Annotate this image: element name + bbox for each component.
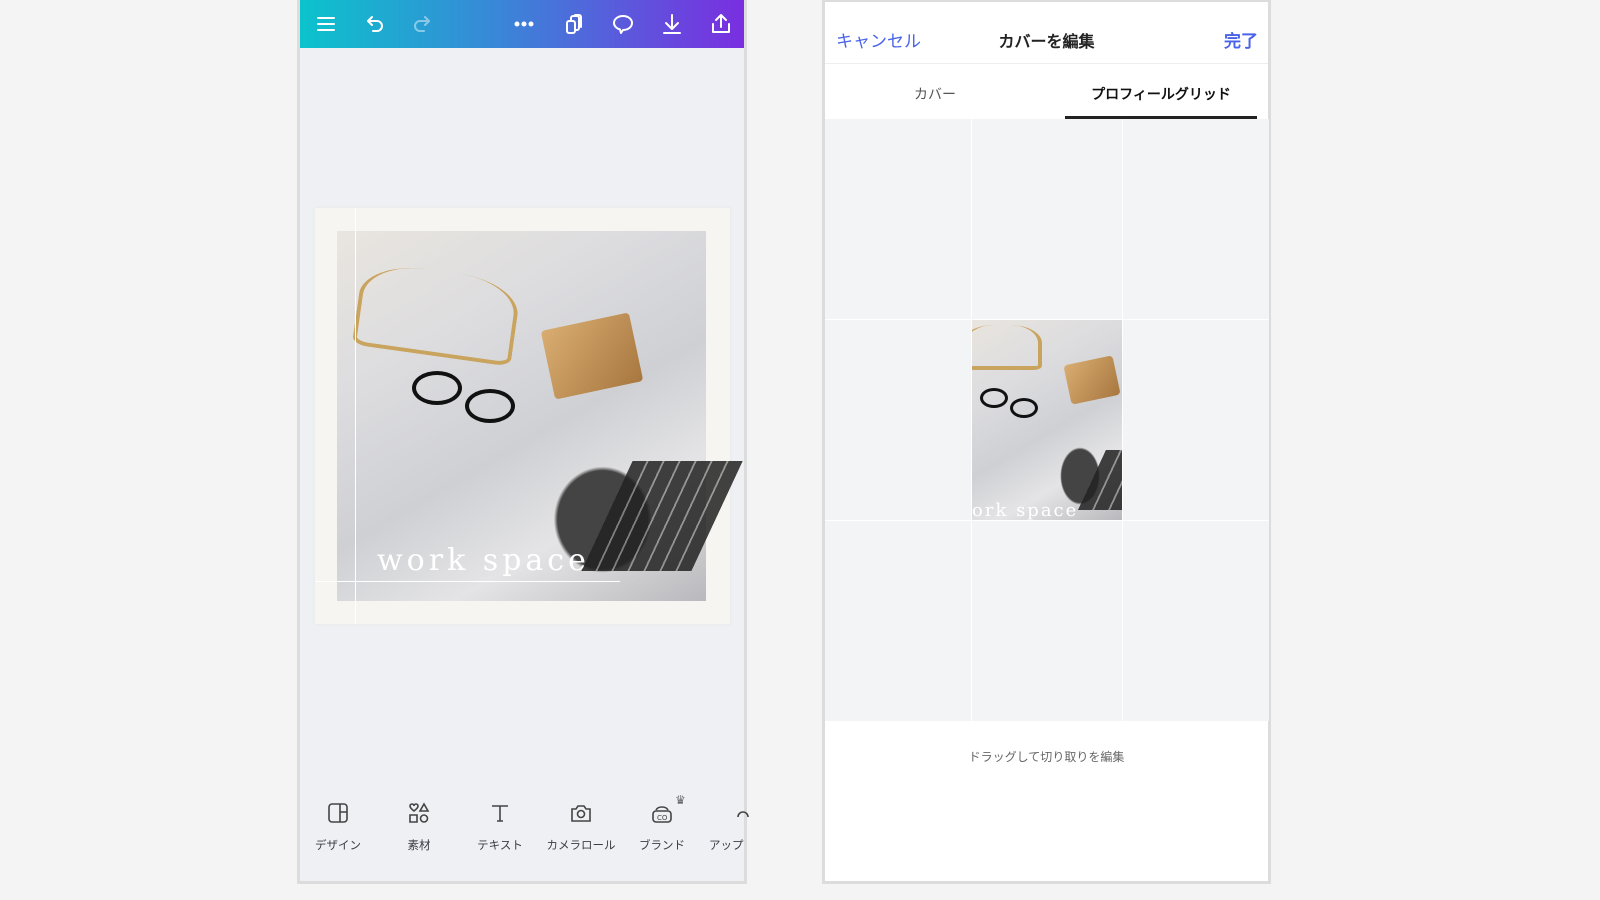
nav-elements[interactable]: 素材 bbox=[379, 801, 459, 853]
nav-design[interactable]: デザイン bbox=[298, 801, 378, 853]
upload-icon bbox=[737, 811, 749, 818]
nav-label: アップ bbox=[709, 838, 744, 852]
tab-profile-grid[interactable]: プロフィールグリッド bbox=[1065, 84, 1257, 104]
design-canvas[interactable]: work space bbox=[315, 208, 743, 624]
nav-label: カメラロール bbox=[546, 838, 616, 852]
nav-label: ブランド bbox=[639, 838, 685, 852]
panel-title: カバーを編集 bbox=[998, 32, 1095, 51]
design-title-text[interactable]: work space bbox=[377, 543, 590, 578]
editor-toolbar bbox=[300, 0, 744, 48]
share-icon[interactable] bbox=[705, 8, 737, 40]
nav-text[interactable]: テキスト bbox=[460, 801, 540, 853]
crop-preview[interactable]: ork space bbox=[972, 320, 1122, 520]
copy-pages-icon[interactable] bbox=[558, 8, 590, 40]
nav-label: テキスト bbox=[477, 838, 523, 852]
profile-grid[interactable]: ork space bbox=[825, 119, 1269, 721]
drag-hint: ドラッグして切り取りを編集 bbox=[968, 750, 1125, 764]
done-button[interactable]: 完了 bbox=[1224, 27, 1258, 52]
elements-icon bbox=[409, 802, 430, 823]
tab-cover[interactable]: カバー bbox=[845, 84, 1025, 104]
text-icon bbox=[492, 805, 508, 822]
brand-icon: CO bbox=[652, 806, 672, 823]
nav-upload[interactable]: アップ bbox=[698, 801, 758, 853]
download-icon[interactable] bbox=[656, 8, 688, 40]
nav-label: デザイン bbox=[315, 838, 361, 852]
nav-camera-roll[interactable]: カメラロール bbox=[541, 801, 621, 853]
preview-text: ork space bbox=[972, 500, 1079, 520]
design-icon bbox=[328, 803, 348, 823]
editor-phone: work space デザイン 素材 テキスト カメラロール CO ♛ ブランド ア… bbox=[297, 0, 749, 884]
nav-brand[interactable]: CO ♛ ブランド bbox=[622, 793, 702, 853]
redo-icon[interactable] bbox=[406, 8, 438, 40]
cover-edit-panel: キャンセル カバーを編集 完了 カバー プロフィールグリッド ork space… bbox=[822, 0, 1271, 884]
nav-label: 素材 bbox=[407, 838, 431, 852]
comment-icon[interactable] bbox=[607, 8, 639, 40]
undo-icon[interactable] bbox=[359, 8, 391, 40]
bottom-nav: デザイン 素材 テキスト カメラロール CO ♛ ブランド アップ bbox=[298, 791, 749, 881]
more-icon[interactable] bbox=[508, 8, 540, 40]
panel-header: キャンセル カバーを編集 完了 bbox=[825, 2, 1268, 64]
crown-icon: ♛ bbox=[675, 793, 686, 807]
svg-text:CO: CO bbox=[657, 814, 668, 822]
menu-icon[interactable] bbox=[310, 8, 342, 40]
camera-icon bbox=[571, 805, 591, 822]
